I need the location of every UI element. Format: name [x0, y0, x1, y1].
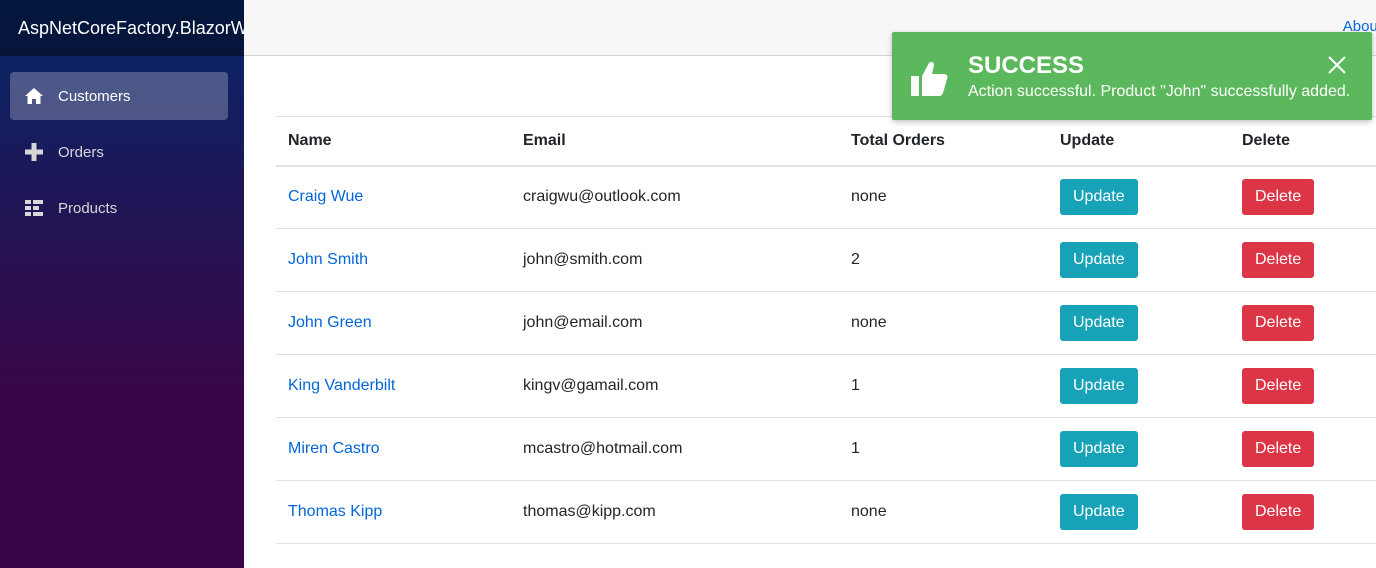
customer-name-link[interactable]: Craig Wue	[288, 188, 363, 205]
customer-name-link[interactable]: John Green	[288, 314, 372, 331]
column-header-name: Name	[276, 116, 511, 167]
update-button[interactable]: Update	[1060, 494, 1138, 530]
customer-total-orders: none	[839, 291, 1048, 355]
delete-button[interactable]: Delete	[1242, 368, 1315, 404]
sidebar-item-customers[interactable]: Customers	[10, 72, 228, 120]
table-row: John Smith john@smith.com 2 Update Delet…	[276, 228, 1376, 292]
customer-name-link[interactable]: Thomas Kipp	[288, 503, 382, 520]
table-header-row: Name Email Total Orders Update Delete	[276, 116, 1376, 167]
list-icon	[24, 198, 44, 218]
customer-email: craigwu@outlook.com	[511, 165, 839, 229]
sidebar-item-label: Orders	[58, 143, 104, 161]
sidebar-item-products[interactable]: Products	[10, 184, 228, 232]
customer-email: mcastro@hotmail.com	[511, 417, 839, 481]
customer-total-orders: 1	[839, 417, 1048, 481]
customer-name-link[interactable]: Miren Castro	[288, 440, 380, 457]
customer-email: john@email.com	[511, 291, 839, 355]
table-row: Craig Wue craigwu@outlook.com none Updat…	[276, 165, 1376, 229]
delete-button[interactable]: Delete	[1242, 431, 1315, 467]
sidebar-nav: Customers Orders Products	[0, 56, 244, 232]
customer-total-orders: 1	[839, 354, 1048, 418]
close-icon[interactable]	[1328, 56, 1346, 74]
column-header-email: Email	[511, 116, 839, 167]
toast-title: SUCCESS	[968, 52, 1085, 79]
table-row: King Vanderbilt kingv@gamail.com 1 Updat…	[276, 354, 1376, 418]
update-button[interactable]: Update	[1060, 368, 1138, 404]
customer-email: kingv@gamail.com	[511, 354, 839, 418]
sidebar: AspNetCoreFactory.BlazorWasm Customers O…	[0, 0, 244, 568]
delete-button[interactable]: Delete	[1242, 179, 1315, 216]
column-header-total-orders: Total Orders	[839, 116, 1048, 167]
home-icon	[24, 86, 44, 106]
toast-message: Action successful. Product "John" succes…	[968, 83, 1351, 100]
update-button[interactable]: Update	[1060, 242, 1138, 278]
customer-email: thomas@kipp.com	[511, 480, 839, 544]
app-brand[interactable]: AspNetCoreFactory.BlazorWasm	[18, 18, 244, 39]
update-button[interactable]: Update	[1060, 305, 1138, 341]
customer-total-orders: 2	[839, 228, 1048, 292]
customer-email: john@smith.com	[511, 228, 839, 292]
customer-total-orders: none	[839, 480, 1048, 544]
table-row: Miren Castro mcastro@hotmail.com 1 Updat…	[276, 417, 1376, 481]
customer-total-orders: none	[839, 165, 1048, 229]
sidebar-item-orders[interactable]: Orders	[10, 128, 228, 176]
table-row: John Green john@email.com none Update De…	[276, 291, 1376, 355]
delete-button[interactable]: Delete	[1242, 242, 1315, 278]
column-header-delete: Delete	[1230, 116, 1376, 167]
delete-button[interactable]: Delete	[1242, 494, 1315, 530]
column-header-update: Update	[1048, 116, 1230, 167]
sidebar-item-label: Products	[58, 199, 118, 217]
customer-name-link[interactable]: John Smith	[288, 251, 368, 268]
sidebar-item-label: Customers	[58, 87, 131, 105]
update-button[interactable]: Update	[1060, 431, 1138, 467]
success-toast[interactable]: SUCCESS Action successful. Product "John…	[892, 32, 1372, 120]
plus-icon	[24, 142, 44, 162]
delete-button[interactable]: Delete	[1242, 305, 1315, 341]
brand-bar: AspNetCoreFactory.BlazorWasm	[0, 0, 244, 56]
table-row: Thomas Kipp thomas@kipp.com none Update …	[276, 480, 1376, 544]
main-content: Name Email Total Orders Update Delete Cr…	[244, 56, 1376, 568]
customers-table: Name Email Total Orders Update Delete Cr…	[276, 116, 1376, 544]
customer-name-link[interactable]: King Vanderbilt	[288, 377, 395, 394]
update-button[interactable]: Update	[1060, 179, 1138, 216]
thumbs-up-icon	[910, 60, 948, 98]
